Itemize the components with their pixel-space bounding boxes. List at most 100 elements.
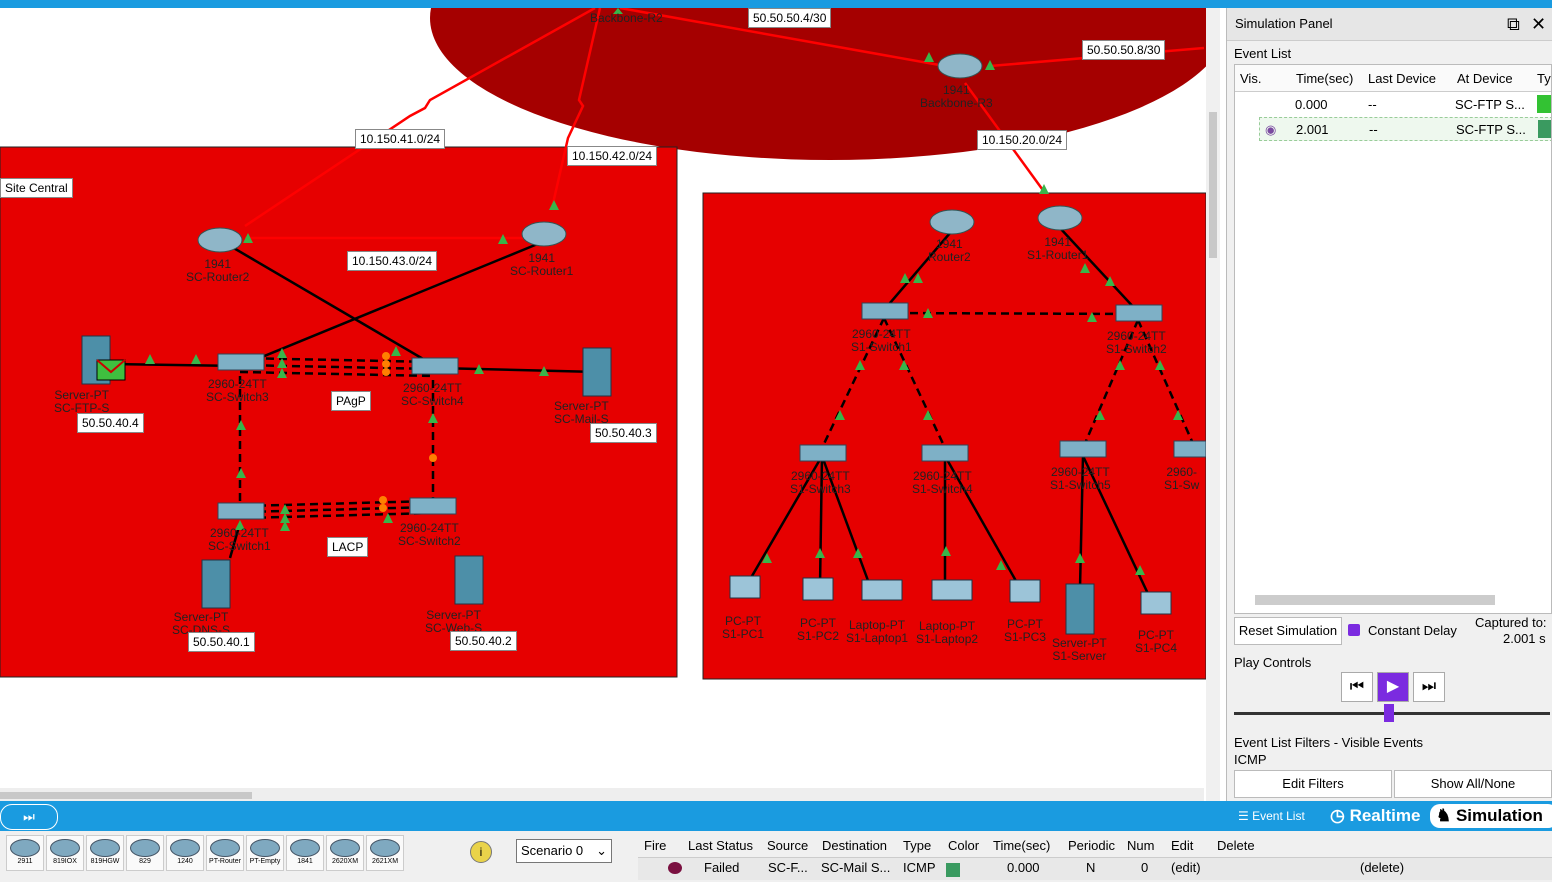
device-type-829[interactable]: 829 <box>126 835 164 871</box>
col-header[interactable]: Destination <box>822 838 887 853</box>
close-icon[interactable]: ✕ <box>1531 8 1546 40</box>
captured-label: Captured to: <box>1475 615 1547 630</box>
step-forward-button[interactable]: ⏭ <box>1413 672 1445 702</box>
device-type-819hgw[interactable]: 819HGW <box>86 835 124 871</box>
event-list-table[interactable]: Vis. Time(sec) Last Device At Device Ty … <box>1234 64 1552 614</box>
event-list-tab[interactable]: ☰ Event List <box>1238 804 1305 828</box>
vertical-scrollbar[interactable] <box>1206 8 1220 801</box>
reset-simulation-button[interactable]: Reset Simulation <box>1234 617 1342 645</box>
col-header[interactable]: Source <box>767 838 808 853</box>
device-type-819iox[interactable]: 819IOX <box>46 835 84 871</box>
event-list-label: Event List <box>1234 46 1292 61</box>
device-type-pt-router[interactable]: PT-Router <box>206 835 244 871</box>
event-row-selected[interactable]: ◉ 2.001 -- SC-FTP S... <box>1259 117 1551 141</box>
col-header[interactable]: Time(sec) <box>993 838 1050 853</box>
device-caption: 2960-24TT SC-Switch3 <box>206 377 269 404</box>
pdu-edit-link[interactable]: (edit) <box>1171 860 1201 875</box>
pdu-num: 0 <box>1141 860 1149 875</box>
col-header[interactable]: Edit <box>1171 838 1193 853</box>
skip-forward-button[interactable]: ⏭ <box>0 804 58 830</box>
pdu-time: 0.000 <box>1007 860 1040 875</box>
col-header[interactable]: Periodic <box>1068 838 1115 853</box>
event-list-scrollbar[interactable] <box>1255 595 1495 605</box>
col-header[interactable]: Type <box>903 838 931 853</box>
pdu-row[interactable]: Failed SC-F... SC-Mail S... ICMP 0.000 N… <box>638 858 1552 880</box>
net-label-2: 50.50.50.8/30 <box>1082 40 1166 60</box>
event-last-device: -- <box>1369 122 1378 137</box>
device-caption: PC-PT S1-PC3 <box>1004 617 1047 644</box>
event-row[interactable]: 0.000 -- SC-FTP S... <box>1235 93 1551 115</box>
constant-delay-checkbox[interactable] <box>1348 624 1360 636</box>
bottom-toolbar: ⏭ ☰ Event List ◷ Realtime ♞ Simulation 2… <box>0 801 1552 882</box>
event-time: 0.000 <box>1295 97 1328 112</box>
router-icon <box>370 839 400 857</box>
event-color <box>1537 95 1551 113</box>
col-header[interactable]: Delete <box>1217 838 1255 853</box>
device-caption: PC-PT S1-PC2 <box>797 616 840 643</box>
backbone-r2-label: Backbone-R2 <box>590 11 663 25</box>
device-type-1240[interactable]: 1240 <box>166 835 204 871</box>
topology-canvas[interactable] <box>0 8 1220 801</box>
play-controls-label: Play Controls <box>1234 655 1312 670</box>
router-icon <box>90 839 120 857</box>
net-label-6: 10.150.43.0/24 <box>347 251 438 271</box>
device-caption: PC-PT S1-PC1 <box>722 614 765 641</box>
net-label-1: 50.50.50.4/30 <box>748 8 832 28</box>
event-time: 2.001 <box>1296 122 1329 137</box>
scroll-thumb[interactable] <box>0 792 252 799</box>
col-header[interactable]: Ty <box>1537 71 1551 86</box>
device-caption: Laptop-PT S1-Laptop2 <box>916 619 979 646</box>
col-header[interactable]: Num <box>1127 838 1154 853</box>
col-header[interactable]: Last Status <box>688 838 753 853</box>
scroll-thumb[interactable] <box>1209 112 1217 258</box>
step-back-button[interactable]: ⏮ <box>1341 672 1373 702</box>
info-icon[interactable]: i <box>470 841 492 863</box>
col-header[interactable]: Time(sec) <box>1296 71 1353 86</box>
fire-icon[interactable] <box>668 862 682 874</box>
horizontal-scrollbar[interactable] <box>0 788 1204 801</box>
panel-title-bar: Simulation Panel ⧉ ✕ <box>1227 8 1552 41</box>
device-type-pt-empty[interactable]: PT-Empty <box>246 835 284 871</box>
net-label-4: 10.150.42.0/24 <box>567 146 658 166</box>
device-caption: Server-PT SC-FTP-S <box>54 388 110 415</box>
simulation-panel: Simulation Panel ⧉ ✕ Event List Vis. Tim… <box>1226 8 1552 801</box>
event-at-device: SC-FTP S... <box>1455 97 1525 112</box>
device-caption: 1941 S1-Router1 <box>1027 235 1089 262</box>
device-caption: 2960-24TT S1-Switch4 <box>912 469 973 496</box>
router-icon <box>130 839 160 857</box>
show-all-none-button[interactable]: Show All/None <box>1394 770 1552 798</box>
col-header[interactable]: At Device <box>1457 71 1513 86</box>
col-header[interactable]: Last Device <box>1368 71 1436 86</box>
ip-label: 50.50.40.1 <box>188 632 255 652</box>
edit-filters-button[interactable]: Edit Filters <box>1234 770 1392 798</box>
pdu-delete-link[interactable]: (delete) <box>1360 860 1404 875</box>
col-header[interactable]: Vis. <box>1240 71 1261 86</box>
device-caption: 2960-24TT S1-Switch2 <box>1106 329 1167 356</box>
filters-value: ICMP <box>1234 752 1267 767</box>
ip-label: 50.50.40.3 <box>590 423 657 443</box>
net-label-5: 10.150.20.0/24 <box>977 130 1068 150</box>
device-type-2621xm[interactable]: 2621XM <box>366 835 404 871</box>
pdu-source: SC-F... <box>768 860 808 875</box>
backbone-area <box>430 8 1220 160</box>
pdu-color <box>946 863 960 877</box>
simulation-tab[interactable]: ♞ Simulation <box>1430 804 1552 828</box>
realtime-tab[interactable]: ◷ Realtime <box>1330 804 1420 828</box>
device-type-1841[interactable]: 1841 <box>286 835 324 871</box>
restore-icon[interactable]: ⧉ <box>1507 8 1520 40</box>
device-type-2911[interactable]: 2911 <box>6 835 44 871</box>
device-type-2620xm[interactable]: 2620XM <box>326 835 364 871</box>
play-speed-thumb[interactable] <box>1383 704 1394 722</box>
play-button[interactable]: ▶ <box>1377 672 1409 702</box>
event-list-header: Vis. Time(sec) Last Device At Device Ty <box>1235 65 1551 92</box>
col-header[interactable]: Fire <box>644 838 666 853</box>
logical-workspace[interactable]: Backbone-R2 Site Central 50.50.50.4/30 5… <box>0 8 1220 801</box>
col-header[interactable]: Color <box>948 838 979 853</box>
site-central-label: Site Central <box>0 178 73 198</box>
pdu-destination: SC-Mail S... <box>821 860 891 875</box>
device-caption: 2960-24TT SC-Switch4 <box>401 381 464 408</box>
scenario-select[interactable]: Scenario 0 ⌄ <box>516 839 612 863</box>
event-at-device: SC-FTP S... <box>1456 122 1526 137</box>
captured-value: 2.001 s <box>1503 631 1546 646</box>
device-caption: PC-PT S1-PC4 <box>1135 628 1178 655</box>
